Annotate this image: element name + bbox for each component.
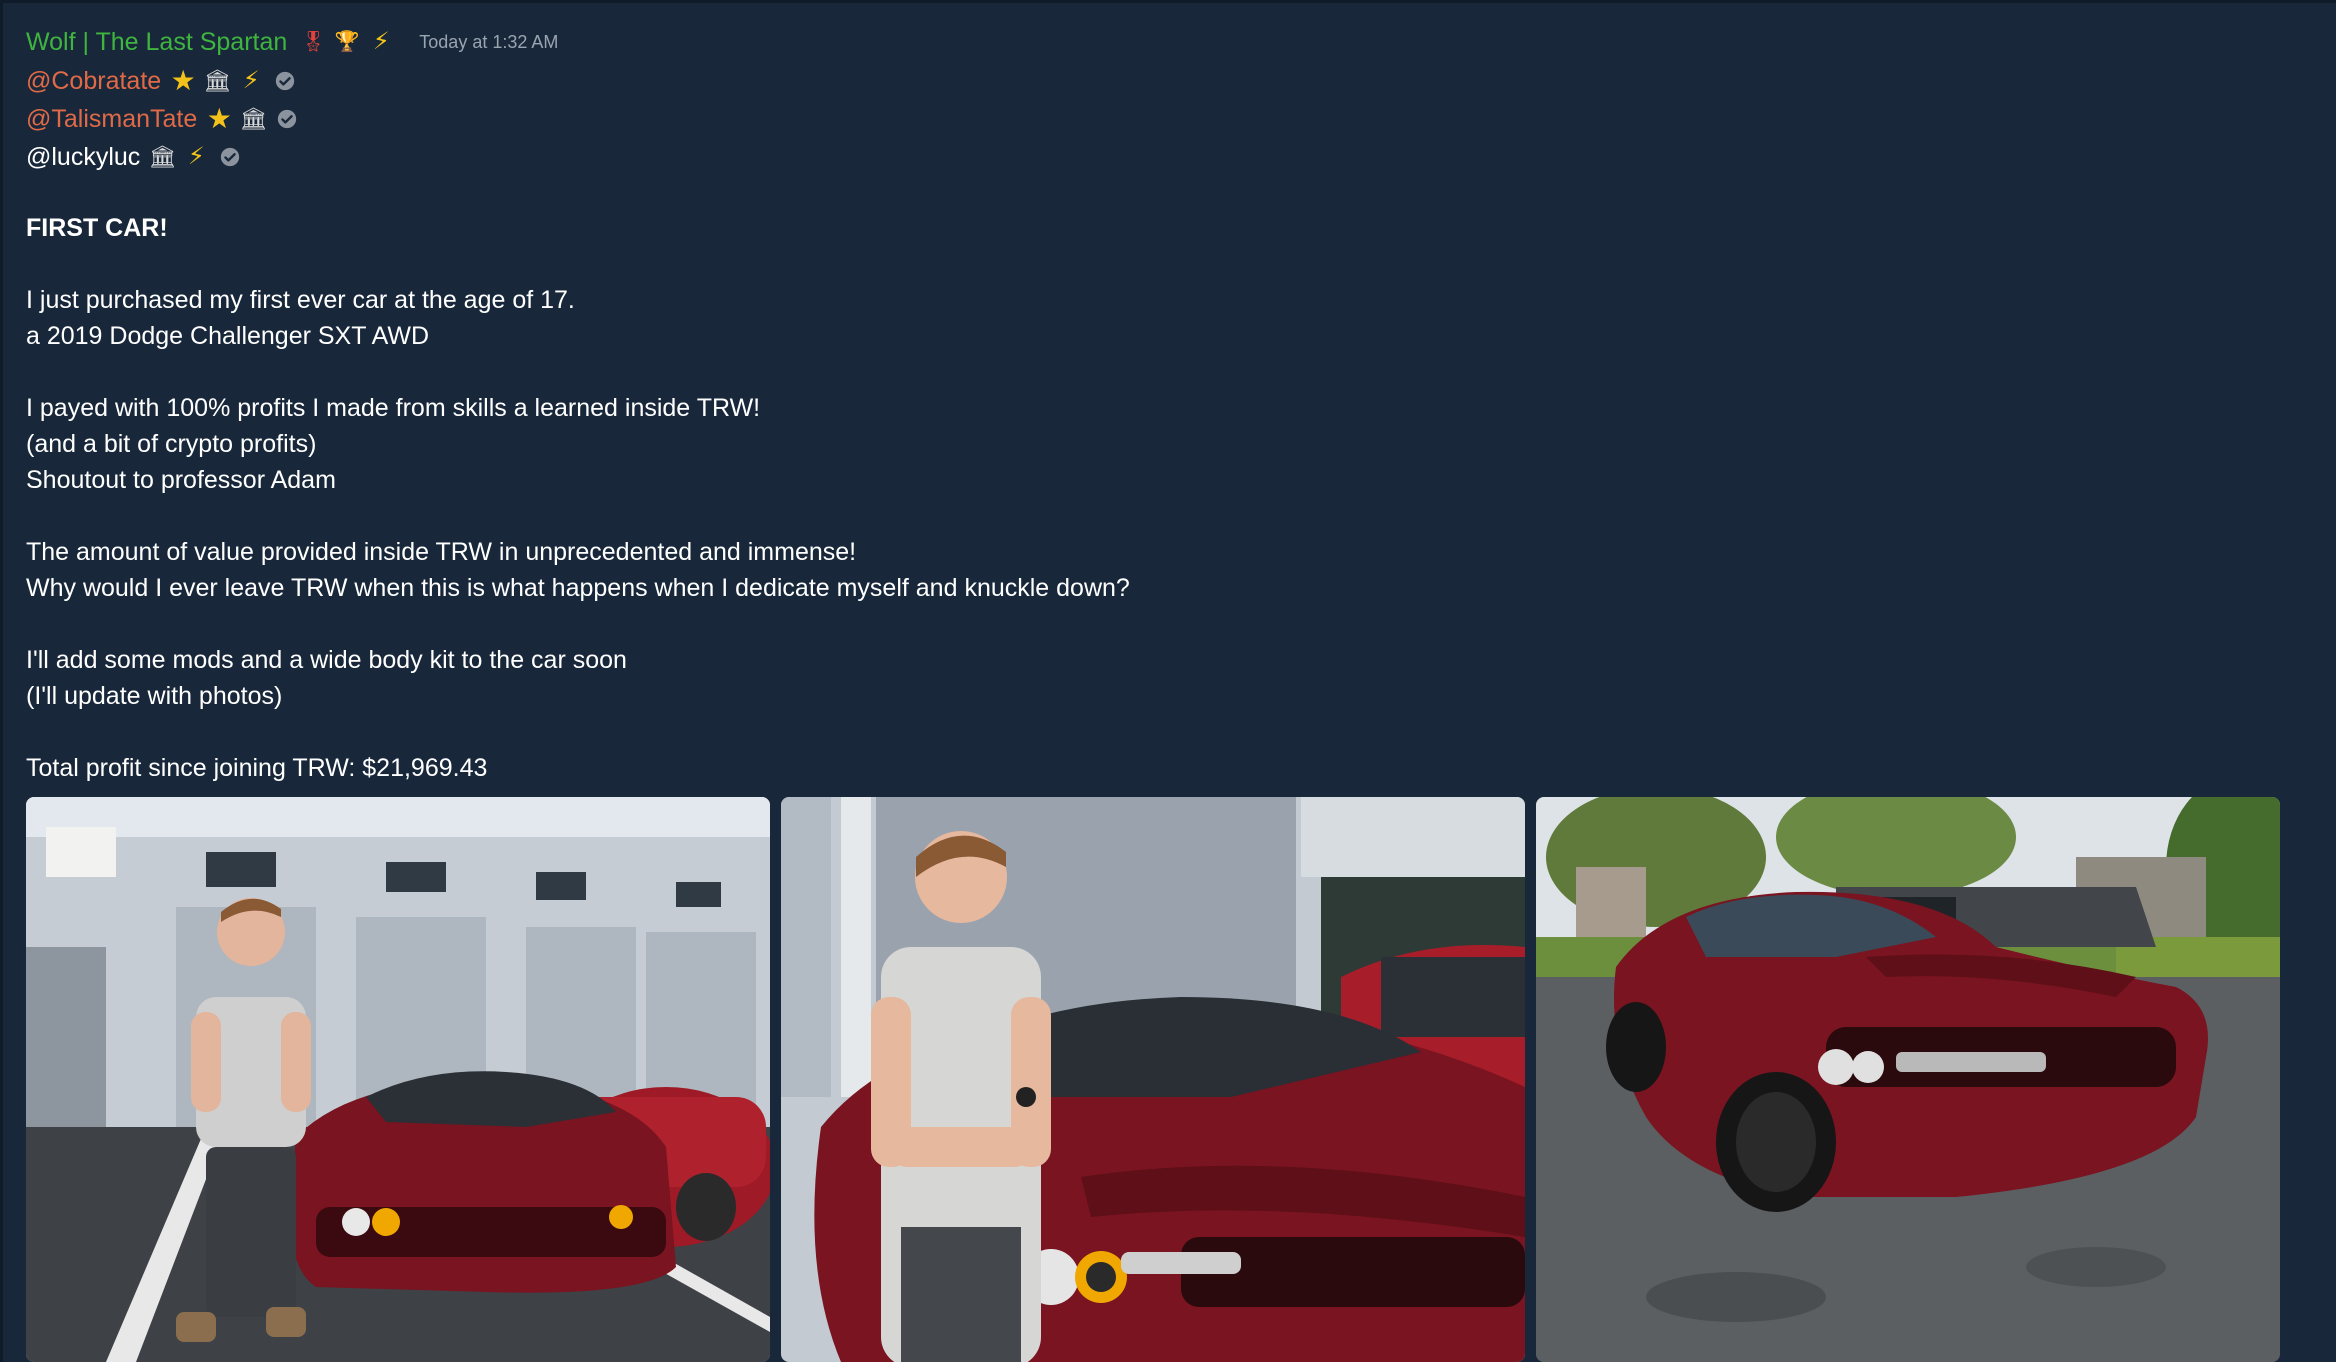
message-line: The amount of value provided inside TRW … bbox=[26, 538, 857, 566]
star-icon: ★ bbox=[206, 103, 232, 134]
lightning-icon: ⚡ bbox=[372, 28, 390, 55]
message-line: I just purchased my first ever car at th… bbox=[26, 286, 575, 314]
message-line: (and a bit of crypto profits) bbox=[26, 430, 317, 458]
message-line bbox=[26, 246, 2316, 282]
message-line: Shoutout to professor Adam bbox=[26, 466, 336, 494]
message-timestamp: Today at 1:32 AM bbox=[419, 31, 559, 52]
message-heading: FIRST CAR! bbox=[26, 214, 168, 242]
message-line: (I'll update with photos) bbox=[26, 682, 283, 710]
message-line: I'll add some mods and a wide body kit t… bbox=[26, 646, 627, 674]
message-line bbox=[26, 498, 2316, 534]
photo-car-driveway[interactable] bbox=[1536, 797, 2280, 1362]
author-name[interactable]: Wolf | The Last Spartan bbox=[26, 28, 287, 57]
verified-icon bbox=[218, 145, 242, 169]
bank-icon: 🏛 bbox=[148, 144, 177, 169]
mention-cobratate[interactable]: @Cobratate bbox=[26, 67, 161, 96]
photo-man-with-car-closeup[interactable] bbox=[781, 797, 1525, 1362]
lightning-icon: ⚡ bbox=[187, 143, 205, 170]
message-line: I payed with 100% profits I made from sk… bbox=[26, 394, 761, 422]
verified-icon bbox=[275, 107, 299, 131]
message-line bbox=[26, 714, 2316, 750]
mention-row-cobratate: @Cobratate ★ 🏛 ⚡ bbox=[26, 62, 2316, 100]
chat-message: Wolf | The Last Spartan 🎖 🏆 ⚡ Today at 1… bbox=[26, 22, 2316, 786]
star-icon: ★ bbox=[170, 65, 196, 96]
verified-icon bbox=[273, 69, 297, 93]
mention-row-luckyluc: @luckyluc 🏛 ⚡ bbox=[26, 138, 2316, 176]
message-line bbox=[26, 606, 2316, 642]
bank-icon: 🏛 bbox=[239, 106, 268, 131]
lightning-icon: ⚡ bbox=[242, 67, 260, 94]
author-badges: 🎖 🏆 ⚡ bbox=[291, 30, 393, 54]
message-line: a 2019 Dodge Challenger SXT AWD bbox=[26, 322, 430, 350]
trophy-icon: 🏆 bbox=[334, 31, 360, 53]
image-attachments bbox=[26, 797, 2280, 1362]
bank-icon: 🏛 bbox=[203, 68, 232, 93]
message-line bbox=[26, 354, 2316, 390]
message-line: Why would I ever leave TRW when this is … bbox=[26, 574, 1130, 602]
mention-row-talismantate: @TalismanTate ★ 🏛 bbox=[26, 100, 2316, 138]
message-line: Total profit since joining TRW: $21,969.… bbox=[26, 754, 488, 782]
photo-man-with-car-parking-lot[interactable] bbox=[26, 797, 770, 1362]
message-header: Wolf | The Last Spartan 🎖 🏆 ⚡ Today at 1… bbox=[26, 22, 2316, 62]
medal-icon: 🎖 bbox=[300, 31, 326, 53]
mention-talismantate[interactable]: @TalismanTate bbox=[26, 105, 197, 134]
mention-luckyluc[interactable]: @luckyluc bbox=[26, 143, 140, 172]
message-body: FIRST CAR! I just purchased my first eve… bbox=[26, 210, 2316, 786]
